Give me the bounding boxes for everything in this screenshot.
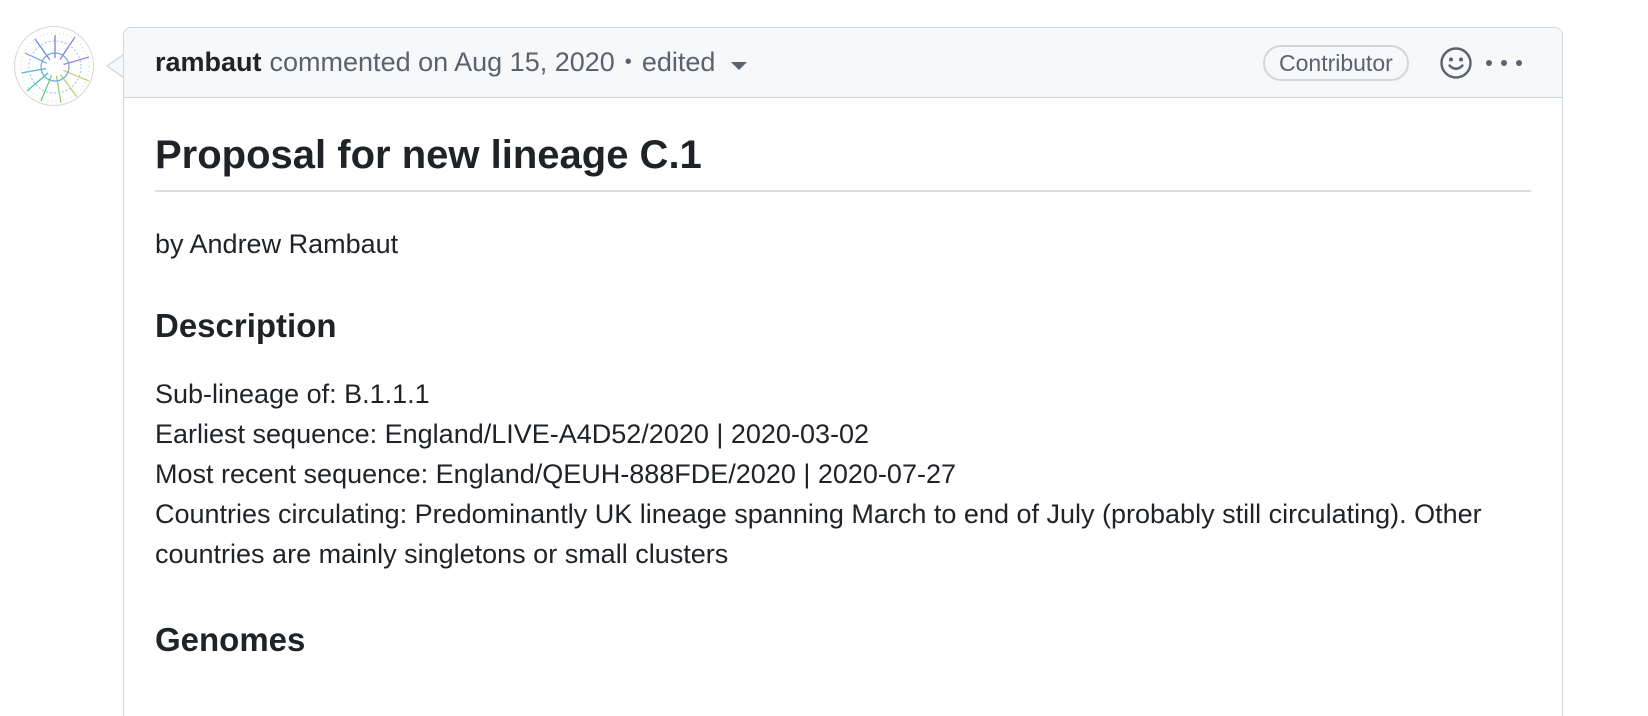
comment-header: rambaut commented on Aug 15, 2020 • edit… xyxy=(124,28,1562,98)
add-reaction-button[interactable] xyxy=(1439,46,1473,80)
description-block: Sub-lineage of: B.1.1.1 Earliest sequenc… xyxy=(155,374,1531,574)
proposal-title: Proposal for new lineage C.1 xyxy=(155,132,1531,192)
triangle-down-icon xyxy=(731,61,748,70)
kebab-dot xyxy=(1516,60,1522,66)
contributor-badge: Contributor xyxy=(1263,45,1409,81)
most-recent-sequence-line: Most recent sequence: England/QEUH-888FD… xyxy=(155,459,956,489)
comment-timestamp[interactable]: commented on Aug 15, 2020 xyxy=(270,47,615,78)
comment-body: Proposal for new lineage C.1 by Andrew R… xyxy=(124,98,1562,660)
separator-dot: • xyxy=(624,51,632,73)
kebab-dot xyxy=(1501,60,1507,66)
sub-lineage-line: Sub-lineage of: B.1.1.1 xyxy=(155,379,430,409)
author-link[interactable]: rambaut xyxy=(155,47,262,78)
comment-box: rambaut commented on Aug 15, 2020 • edit… xyxy=(123,27,1563,716)
issue-comment-page: rambaut commented on Aug 15, 2020 • edit… xyxy=(0,0,1648,716)
countries-circulating-line: Countries circulating: Predominantly UK … xyxy=(155,499,1482,569)
earliest-sequence-line: Earliest sequence: England/LIVE-A4D52/20… xyxy=(155,419,869,449)
genomes-heading: Genomes xyxy=(155,621,306,658)
byline: by Andrew Rambaut xyxy=(155,229,399,259)
kebab-horizontal-icon xyxy=(1486,60,1492,66)
smiley-icon xyxy=(1440,47,1472,79)
description-heading: Description xyxy=(155,307,337,344)
edited-history-button[interactable]: edited xyxy=(642,47,748,78)
avatar[interactable] xyxy=(14,26,94,106)
edited-label: edited xyxy=(641,47,716,77)
comment-options-button[interactable] xyxy=(1486,50,1522,76)
comment-pointer-fill xyxy=(108,55,124,77)
avatar-tree-icon xyxy=(20,32,90,104)
